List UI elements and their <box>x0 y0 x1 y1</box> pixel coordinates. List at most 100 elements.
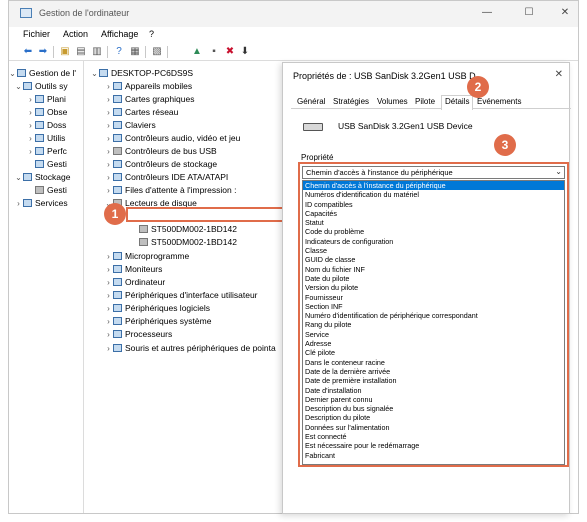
scan-hardware-icon[interactable]: ▧ <box>151 46 163 58</box>
chevron-down-icon[interactable]: ⌄ <box>90 68 99 80</box>
chevron-right-icon[interactable]: › <box>104 94 113 106</box>
help-icon[interactable]: ? <box>113 46 125 58</box>
property-option[interactable]: Est connecté <box>303 432 564 441</box>
tree-node[interactable]: › Appareils mobiles <box>104 80 192 92</box>
property-option[interactable]: Capacités <box>303 209 564 218</box>
menu-view[interactable]: Affichage <box>101 29 138 39</box>
tree-node[interactable]: › Contrôleurs de stockage <box>104 158 217 170</box>
property-option[interactable]: Date du pilote <box>303 274 564 283</box>
tree-node[interactable]: › Moniteurs <box>104 263 162 275</box>
tree-node[interactable]: › Claviers <box>104 119 156 131</box>
chevron-right-icon[interactable]: › <box>26 133 35 145</box>
tree-node[interactable]: › Obse <box>26 106 67 118</box>
menu-help[interactable]: ? <box>149 29 154 39</box>
chevron-right-icon[interactable]: › <box>26 107 35 119</box>
property-option[interactable]: Adresse <box>303 339 564 348</box>
tree-node[interactable]: ST500DM002-1BD142 <box>130 236 237 248</box>
chevron-right-icon[interactable]: › <box>104 264 113 276</box>
chevron-right-icon[interactable]: › <box>104 329 113 341</box>
tree-node[interactable]: › Services <box>14 197 67 210</box>
tree-node[interactable]: ⌄ Outils sy <box>14 80 67 93</box>
chevron-right-icon[interactable]: › <box>104 81 113 93</box>
property-option[interactable]: Nom du fichier INF <box>303 265 564 274</box>
menu-action[interactable]: Action <box>63 29 88 39</box>
property-option[interactable]: Fabricant <box>303 451 564 460</box>
dialog-close-icon[interactable]: ✕ <box>555 69 563 80</box>
chevron-right-icon[interactable]: › <box>104 251 113 263</box>
tree-node[interactable]: › Utilis <box>26 132 65 144</box>
tab-strategies[interactable]: Stratégies <box>333 97 369 106</box>
uninstall-icon[interactable]: ✖ <box>224 46 236 58</box>
tree-node[interactable]: › Perfc <box>26 145 67 157</box>
property-option[interactable]: Description du pilote <box>303 413 564 422</box>
update-driver-icon[interactable]: ▲ <box>191 46 203 58</box>
back-arrow-icon[interactable]: ⬅ <box>22 46 34 58</box>
property-option[interactable]: Numéros d'identification du matériel <box>303 190 564 199</box>
tree-node[interactable]: ⌄ Gestion de l' <box>8 67 76 79</box>
property-option[interactable]: Fournisseur <box>303 293 564 302</box>
property-option[interactable]: Version du pilote <box>303 283 564 292</box>
chevron-right-icon[interactable]: › <box>26 94 35 106</box>
show-hide-tree-icon[interactable]: ▤ <box>75 46 87 58</box>
properties-icon[interactable]: ▦ <box>129 46 141 58</box>
tab-events[interactable]: Événements <box>477 97 521 106</box>
tree-node[interactable]: ⌄ Stockage <box>14 171 70 183</box>
chevron-right-icon[interactable]: › <box>104 290 113 302</box>
disable-device-icon[interactable]: ▪ <box>208 46 220 58</box>
property-option[interactable]: Service <box>303 330 564 339</box>
chevron-right-icon[interactable]: › <box>104 107 113 119</box>
tree-node[interactable]: › Processeurs <box>104 328 172 340</box>
chevron-down-icon[interactable]: ⌄ <box>14 81 23 93</box>
property-option[interactable]: Date de première installation <box>303 376 564 385</box>
tree-node[interactable]: › Ordinateur <box>104 276 165 288</box>
chevron-right-icon[interactable]: › <box>104 343 113 355</box>
menu-file[interactable]: Fichier <box>23 29 50 39</box>
forward-arrow-icon[interactable]: ➡ <box>37 46 49 58</box>
tree-node[interactable]: › Souris et autres périphériques de point… <box>104 342 276 354</box>
tree-node[interactable]: › Cartes graphiques <box>104 93 194 105</box>
chevron-right-icon[interactable]: › <box>104 185 113 197</box>
tree-node[interactable]: Gesti <box>26 158 67 170</box>
chevron-right-icon[interactable]: › <box>26 146 35 158</box>
tab-details[interactable]: Détails <box>441 95 474 110</box>
property-option[interactable]: GUID de classe <box>303 255 564 264</box>
chevron-right-icon[interactable]: › <box>104 146 113 158</box>
property-option[interactable]: Section INF <box>303 302 564 311</box>
tree-node[interactable]: › Périphériques logiciels <box>104 302 210 314</box>
tree-node[interactable]: › Contrôleurs audio, vidéo et jeu <box>104 132 240 144</box>
tree-node[interactable]: › Files d'attente à l'impression : <box>104 184 236 196</box>
tab-volumes[interactable]: Volumes <box>377 97 408 106</box>
maximize-button[interactable]: ☐ <box>522 6 536 20</box>
up-folder-icon[interactable]: ▣ <box>59 46 71 58</box>
property-option[interactable]: Rang du pilote <box>303 320 564 329</box>
tree-node[interactable]: › Périphériques système <box>104 315 211 327</box>
tree-node[interactable]: › Contrôleurs IDE ATA/ATAPI <box>104 171 228 183</box>
property-option[interactable]: Indicateurs de configuration <box>303 237 564 246</box>
tree-node[interactable]: › Cartes réseau <box>104 106 178 118</box>
chevron-right-icon[interactable]: › <box>104 316 113 328</box>
chevron-right-icon[interactable]: › <box>104 133 113 145</box>
tree-node[interactable]: Gesti <box>26 184 67 196</box>
minimize-button[interactable]: — <box>480 6 494 20</box>
property-option[interactable]: Chemin d'accès à l'instance du périphéri… <box>303 181 564 191</box>
property-option[interactable]: Description du bus signalée <box>303 404 564 413</box>
tree-node[interactable]: › Microprogramme <box>104 250 189 262</box>
chevron-down-icon[interactable]: ⌄ <box>14 172 23 184</box>
tree-node[interactable]: ⌄ DESKTOP-PC6DS9S <box>90 67 193 79</box>
tree-node[interactable]: › Plani <box>26 93 66 105</box>
property-option[interactable]: Numéro d'identification de périphérique … <box>303 311 564 320</box>
chevron-right-icon[interactable]: › <box>26 120 35 132</box>
chevron-right-icon[interactable]: › <box>104 277 113 289</box>
property-option[interactable]: Classe <box>303 246 564 255</box>
tree-node[interactable]: › Contrôleurs de bus USB <box>104 145 217 157</box>
chevron-right-icon[interactable]: › <box>104 120 113 132</box>
chevron-right-icon[interactable]: › <box>14 198 23 210</box>
tree-node[interactable]: ST500DM002-1BD142 <box>130 223 237 235</box>
property-option[interactable]: ID compatibles <box>303 200 564 209</box>
tree-node[interactable]: › Doss <box>26 119 66 131</box>
property-option[interactable]: Est nécessaire pour le redémarrage <box>303 441 564 450</box>
property-option[interactable]: Données sur l'alimentation <box>303 423 564 432</box>
chevron-down-icon[interactable]: ⌄ <box>8 68 17 80</box>
chevron-right-icon[interactable]: › <box>104 303 113 315</box>
tab-driver[interactable]: Pilote <box>415 97 435 106</box>
